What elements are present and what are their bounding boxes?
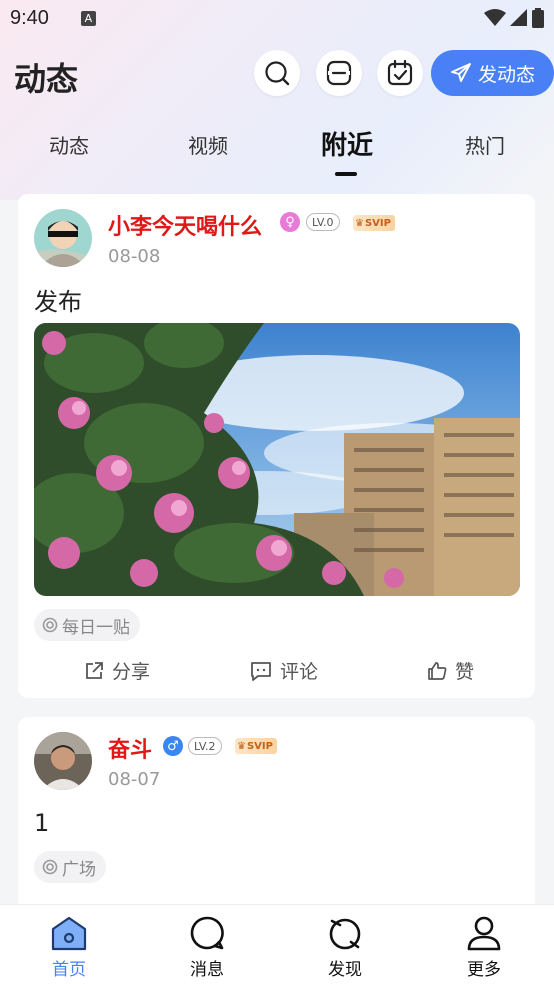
app-header: 动态 发动态: [0, 50, 554, 98]
active-tab-indicator: [335, 172, 357, 176]
feed-tabs: 动态 视频 附近 热门: [0, 120, 554, 180]
new-post-label: 发动态: [477, 63, 535, 86]
like-label: 赞: [455, 661, 475, 683]
like-button[interactable]: 赞: [427, 657, 474, 684]
notification-app-icon: A: [80, 10, 96, 26]
new-post-button[interactable]: 发动态: [431, 50, 554, 96]
post-card[interactable]: 奋斗 ♂ LV.2 ♛ SVIP 08-07 1 广场: [18, 717, 535, 917]
search-button[interactable]: [254, 50, 300, 96]
nav-home[interactable]: 首页: [29, 915, 109, 980]
post-date: 08-07: [108, 769, 161, 790]
nav-messages-label: 消息: [190, 960, 224, 980]
status-bar: 9:40 A: [0, 0, 554, 36]
tab-nearby[interactable]: 附近: [297, 125, 397, 162]
username[interactable]: 奋斗: [108, 732, 152, 764]
post-text: 1: [34, 809, 50, 837]
discover-icon: [329, 918, 361, 950]
post-image[interactable]: [34, 323, 520, 596]
scan-icon: [326, 60, 352, 86]
status-time: 9:40: [10, 6, 49, 29]
svip-badge: ♛ SVIP: [235, 738, 277, 754]
comment-icon: [251, 661, 271, 681]
send-icon: [451, 63, 471, 82]
wifi-icon: [484, 9, 506, 26]
thumbs-up-icon: [428, 661, 447, 680]
target-icon: [42, 859, 58, 875]
topic-tag-label: 每日一贴: [62, 617, 130, 638]
post-card[interactable]: 小李今天喝什么 ♀ LV.0 ♛ SVIP 08-08 发布 每日一贴 分享 评…: [18, 194, 535, 698]
nav-discover-label: 发现: [328, 960, 362, 980]
post-text: 发布: [34, 288, 82, 316]
target-icon: [42, 617, 58, 633]
bottom-navigation: 首页 消息 发现 更多: [0, 904, 554, 984]
share-label: 分享: [112, 661, 151, 683]
scan-button[interactable]: [316, 50, 362, 96]
nav-messages[interactable]: 消息: [167, 915, 247, 980]
nav-more[interactable]: 更多: [444, 915, 524, 980]
calendar-check-icon: [387, 60, 413, 86]
avatar[interactable]: [34, 209, 92, 267]
message-icon: [190, 916, 224, 950]
battery-icon: [532, 8, 544, 28]
share-button[interactable]: 分享: [84, 657, 150, 684]
comment-button[interactable]: 评论: [250, 657, 318, 684]
topic-tag[interactable]: 广场: [34, 851, 106, 883]
svip-label: SVIP: [364, 217, 391, 229]
nav-home-label: 首页: [52, 960, 86, 980]
svip-badge: ♛ SVIP: [353, 215, 395, 231]
topic-tag-label: 广场: [62, 859, 96, 880]
avatar[interactable]: [34, 732, 92, 790]
level-badge: LV.0: [306, 213, 340, 231]
tab-hot[interactable]: 热门: [435, 130, 535, 159]
nav-discover[interactable]: 发现: [305, 915, 385, 980]
share-icon: [86, 661, 103, 679]
home-icon: [51, 916, 87, 951]
tab-dynamic[interactable]: 动态: [19, 130, 119, 159]
post-date: 08-08: [108, 246, 161, 267]
level-badge: LV.2: [188, 737, 222, 755]
page-title: 动态: [14, 60, 79, 98]
search-icon: [265, 61, 290, 86]
crown-icon: ♛: [355, 217, 364, 229]
male-icon: ♂: [163, 736, 183, 756]
tab-video[interactable]: 视频: [158, 130, 258, 159]
nav-more-label: 更多: [467, 960, 501, 980]
signal-icon: [510, 9, 527, 26]
topic-tag[interactable]: 每日一贴: [34, 609, 140, 641]
profile-icon: [467, 916, 501, 951]
comment-label: 评论: [280, 661, 319, 683]
username[interactable]: 小李今天喝什么: [108, 209, 262, 241]
female-icon: ♀: [280, 212, 300, 232]
crown-icon: ♛: [237, 740, 246, 752]
svip-label: SVIP: [246, 740, 273, 752]
checkin-button[interactable]: [377, 50, 423, 96]
